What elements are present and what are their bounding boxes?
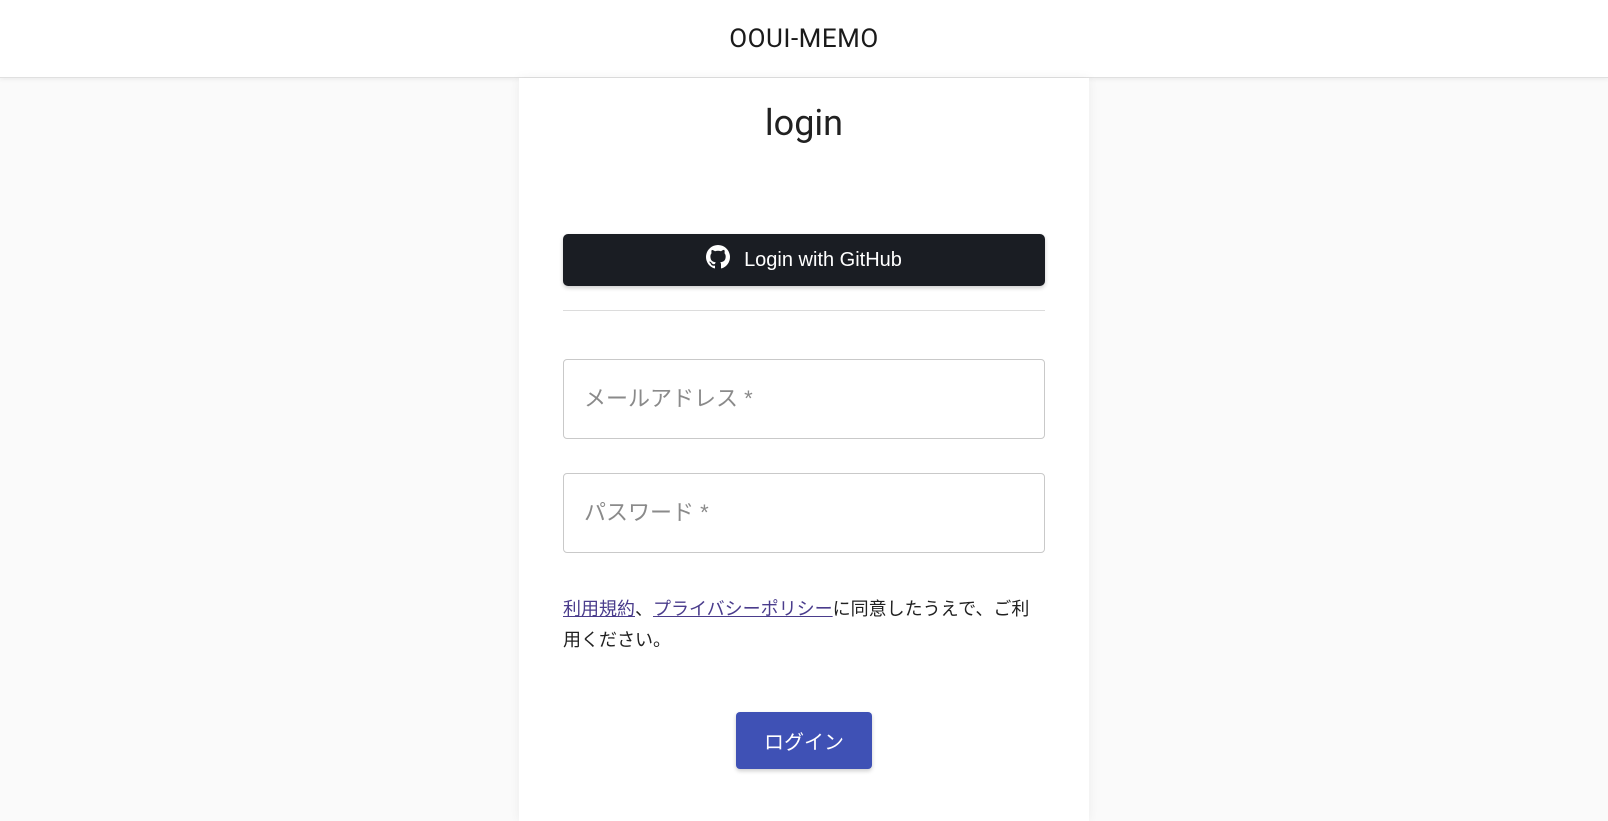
divider [563, 310, 1045, 311]
password-field-wrap [563, 473, 1045, 553]
terms-separator: 、 [635, 599, 653, 620]
login-with-github-button[interactable]: Login with GitHub [563, 234, 1045, 286]
email-field-wrap [563, 359, 1045, 439]
terms-text: 利用規約、プライバシーポリシーに同意したうえで、ご利用ください。 [563, 595, 1045, 656]
github-icon [706, 245, 730, 275]
terms-of-use-link[interactable]: 利用規約 [563, 599, 635, 620]
email-field[interactable] [563, 359, 1045, 439]
app-header: OOUI-MEMO [0, 0, 1608, 78]
login-button-wrap: ログイン [563, 712, 1045, 769]
main-content: login Login with GitHub 利用規約、プライバシーポリシーに… [0, 78, 1608, 821]
password-field[interactable] [563, 473, 1045, 553]
privacy-policy-link[interactable]: プライバシーポリシー [653, 599, 833, 620]
login-card: login Login with GitHub 利用規約、プライバシーポリシーに… [519, 78, 1089, 821]
page-title: login [563, 102, 1045, 144]
github-button-label: Login with GitHub [744, 249, 902, 272]
login-button[interactable]: ログイン [736, 712, 872, 769]
app-title: OOUI-MEMO [729, 24, 878, 54]
